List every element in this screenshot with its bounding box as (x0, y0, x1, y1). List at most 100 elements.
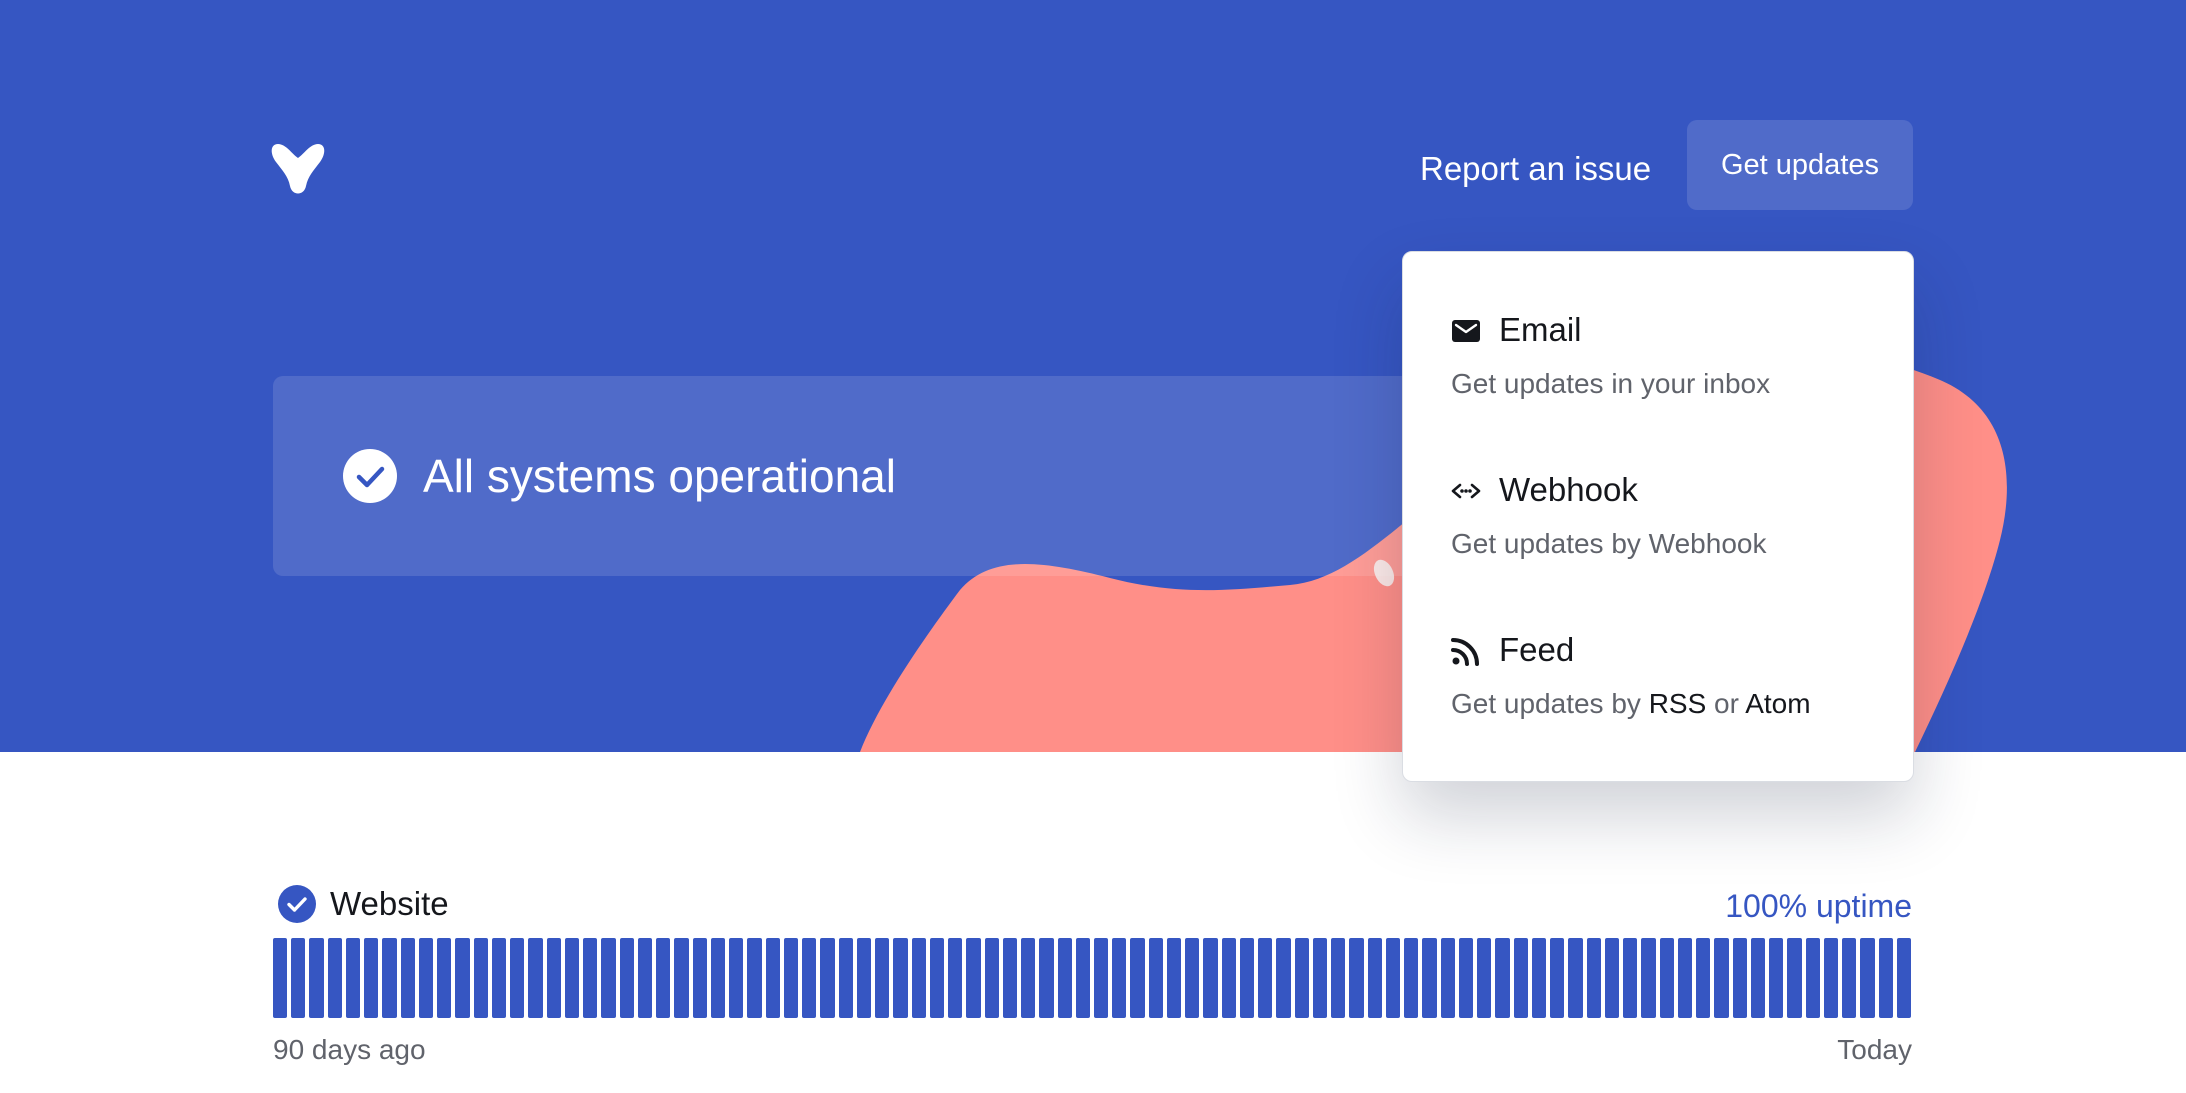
uptime-day-bar[interactable] (1568, 938, 1583, 1018)
uptime-day-bar[interactable] (674, 938, 689, 1018)
uptime-day-bar[interactable] (546, 938, 561, 1018)
uptime-day-bar[interactable] (583, 938, 598, 1018)
uptime-day-bar[interactable] (1221, 938, 1236, 1018)
uptime-day-bar[interactable] (1714, 938, 1729, 1018)
uptime-day-bar[interactable] (345, 938, 361, 1018)
uptime-day-bar[interactable] (1513, 938, 1528, 1018)
uptime-day-bar[interactable] (1550, 938, 1565, 1018)
dropdown-item-email[interactable]: Email Get updates in your inbox (1451, 308, 1891, 402)
uptime-day-bar[interactable] (1039, 938, 1054, 1018)
uptime-day-bar[interactable] (1331, 938, 1346, 1018)
uptime-day-bar[interactable] (400, 938, 415, 1018)
uptime-day-bar[interactable] (1258, 938, 1273, 1018)
dropdown-item-title: Webhook (1499, 471, 1638, 508)
uptime-day-bar[interactable] (619, 938, 634, 1018)
uptime-day-bar[interactable] (656, 938, 671, 1018)
uptime-day-bar[interactable] (1896, 938, 1911, 1018)
uptime-day-bar[interactable] (510, 938, 525, 1018)
uptime-day-bar[interactable] (1878, 938, 1893, 1018)
uptime-day-bar[interactable] (765, 938, 780, 1018)
uptime-day-bar[interactable] (327, 938, 342, 1018)
uptime-day-bar[interactable] (1112, 938, 1127, 1018)
uptime-day-bar[interactable] (1349, 938, 1364, 1018)
get-updates-button[interactable]: Get updates (1687, 120, 1913, 210)
uptime-day-bar[interactable] (1404, 938, 1419, 1018)
uptime-day-bar[interactable] (1075, 938, 1090, 1018)
uptime-day-bar[interactable] (1805, 938, 1820, 1018)
uptime-day-bar[interactable] (1422, 938, 1437, 1018)
uptime-day-bar[interactable] (1823, 938, 1838, 1018)
report-issue-link[interactable]: Report an issue (1420, 148, 1651, 190)
uptime-day-bar[interactable] (1185, 938, 1200, 1018)
updates-dropdown-menu: Email Get updates in your inbox Webhook … (1402, 251, 1914, 782)
uptime-day-bar[interactable] (856, 938, 872, 1018)
uptime-day-bar[interactable] (692, 938, 707, 1018)
uptime-day-bar[interactable] (1732, 938, 1747, 1018)
uptime-day-bar[interactable] (601, 938, 616, 1018)
uptime-day-bar[interactable] (747, 938, 762, 1018)
uptime-day-bar[interactable] (528, 938, 543, 1018)
uptime-day-bar[interactable] (911, 938, 926, 1018)
uptime-day-bar[interactable] (783, 938, 799, 1018)
uptime-day-bar[interactable] (1860, 938, 1875, 1018)
uptime-day-bar[interactable] (1057, 938, 1072, 1018)
uptime-day-bar[interactable] (1696, 938, 1711, 1018)
uptime-day-bar[interactable] (875, 938, 890, 1018)
uptime-day-bar[interactable] (966, 938, 981, 1018)
uptime-day-bar[interactable] (1842, 938, 1857, 1018)
dropdown-item-feed[interactable]: Feed Get updates by RSS or Atom (1451, 628, 1891, 722)
uptime-day-bar[interactable] (948, 938, 963, 1018)
uptime-day-bar[interactable] (437, 938, 452, 1018)
uptime-day-bar[interactable] (564, 938, 580, 1018)
uptime-day-bar[interactable] (1586, 938, 1601, 1018)
uptime-day-bar[interactable] (1276, 938, 1291, 1018)
uptime-day-bar[interactable] (710, 938, 726, 1018)
dropdown-item-webhook[interactable]: Webhook Get updates by Webhook (1451, 468, 1891, 562)
brand-logo[interactable] (270, 140, 326, 198)
uptime-day-bar[interactable] (455, 938, 470, 1018)
uptime-day-bar[interactable] (1312, 938, 1328, 1018)
uptime-day-bar[interactable] (1440, 938, 1455, 1018)
uptime-day-bar[interactable] (1531, 938, 1547, 1018)
uptime-day-bar[interactable] (1769, 938, 1784, 1018)
uptime-day-bar[interactable] (273, 938, 288, 1018)
uptime-day-bar[interactable] (802, 938, 817, 1018)
uptime-day-bar[interactable] (1130, 938, 1145, 1018)
uptime-day-bar[interactable] (1203, 938, 1218, 1018)
uptime-day-bar[interactable] (382, 938, 397, 1018)
uptime-day-bar[interactable] (1659, 938, 1674, 1018)
uptime-day-bar[interactable] (1002, 938, 1017, 1018)
uptime-day-bar[interactable] (1458, 938, 1474, 1018)
uptime-day-bar[interactable] (1367, 938, 1382, 1018)
uptime-day-bar[interactable] (1787, 938, 1802, 1018)
uptime-day-bar[interactable] (893, 938, 908, 1018)
uptime-day-bar[interactable] (1294, 938, 1309, 1018)
uptime-day-bar[interactable] (1166, 938, 1182, 1018)
uptime-day-bar[interactable] (1750, 938, 1766, 1018)
uptime-day-bar[interactable] (1604, 938, 1620, 1018)
uptime-day-bar[interactable] (309, 938, 324, 1018)
uptime-day-bar[interactable] (473, 938, 488, 1018)
uptime-day-bar[interactable] (1148, 938, 1163, 1018)
uptime-day-bar[interactable] (1623, 938, 1638, 1018)
uptime-day-bar[interactable] (820, 938, 835, 1018)
uptime-day-bar[interactable] (984, 938, 999, 1018)
uptime-day-bar[interactable] (1239, 938, 1255, 1018)
uptime-day-bar[interactable] (1385, 938, 1401, 1018)
uptime-day-bar[interactable] (1641, 938, 1656, 1018)
uptime-day-bar[interactable] (491, 938, 507, 1018)
uptime-day-bar[interactable] (1495, 938, 1510, 1018)
uptime-day-bar[interactable] (838, 938, 853, 1018)
uptime-day-bar[interactable] (637, 938, 653, 1018)
uptime-day-bar[interactable] (729, 938, 744, 1018)
rss-link[interactable]: RSS (1649, 688, 1707, 719)
atom-link[interactable]: Atom (1745, 688, 1810, 719)
uptime-day-bar[interactable] (929, 938, 945, 1018)
uptime-day-bar[interactable] (1094, 938, 1109, 1018)
uptime-day-bar[interactable] (418, 938, 434, 1018)
uptime-day-bar[interactable] (1021, 938, 1036, 1018)
uptime-day-bar[interactable] (364, 938, 379, 1018)
uptime-day-bar[interactable] (1477, 938, 1492, 1018)
uptime-day-bar[interactable] (291, 938, 306, 1018)
uptime-day-bar[interactable] (1677, 938, 1693, 1018)
